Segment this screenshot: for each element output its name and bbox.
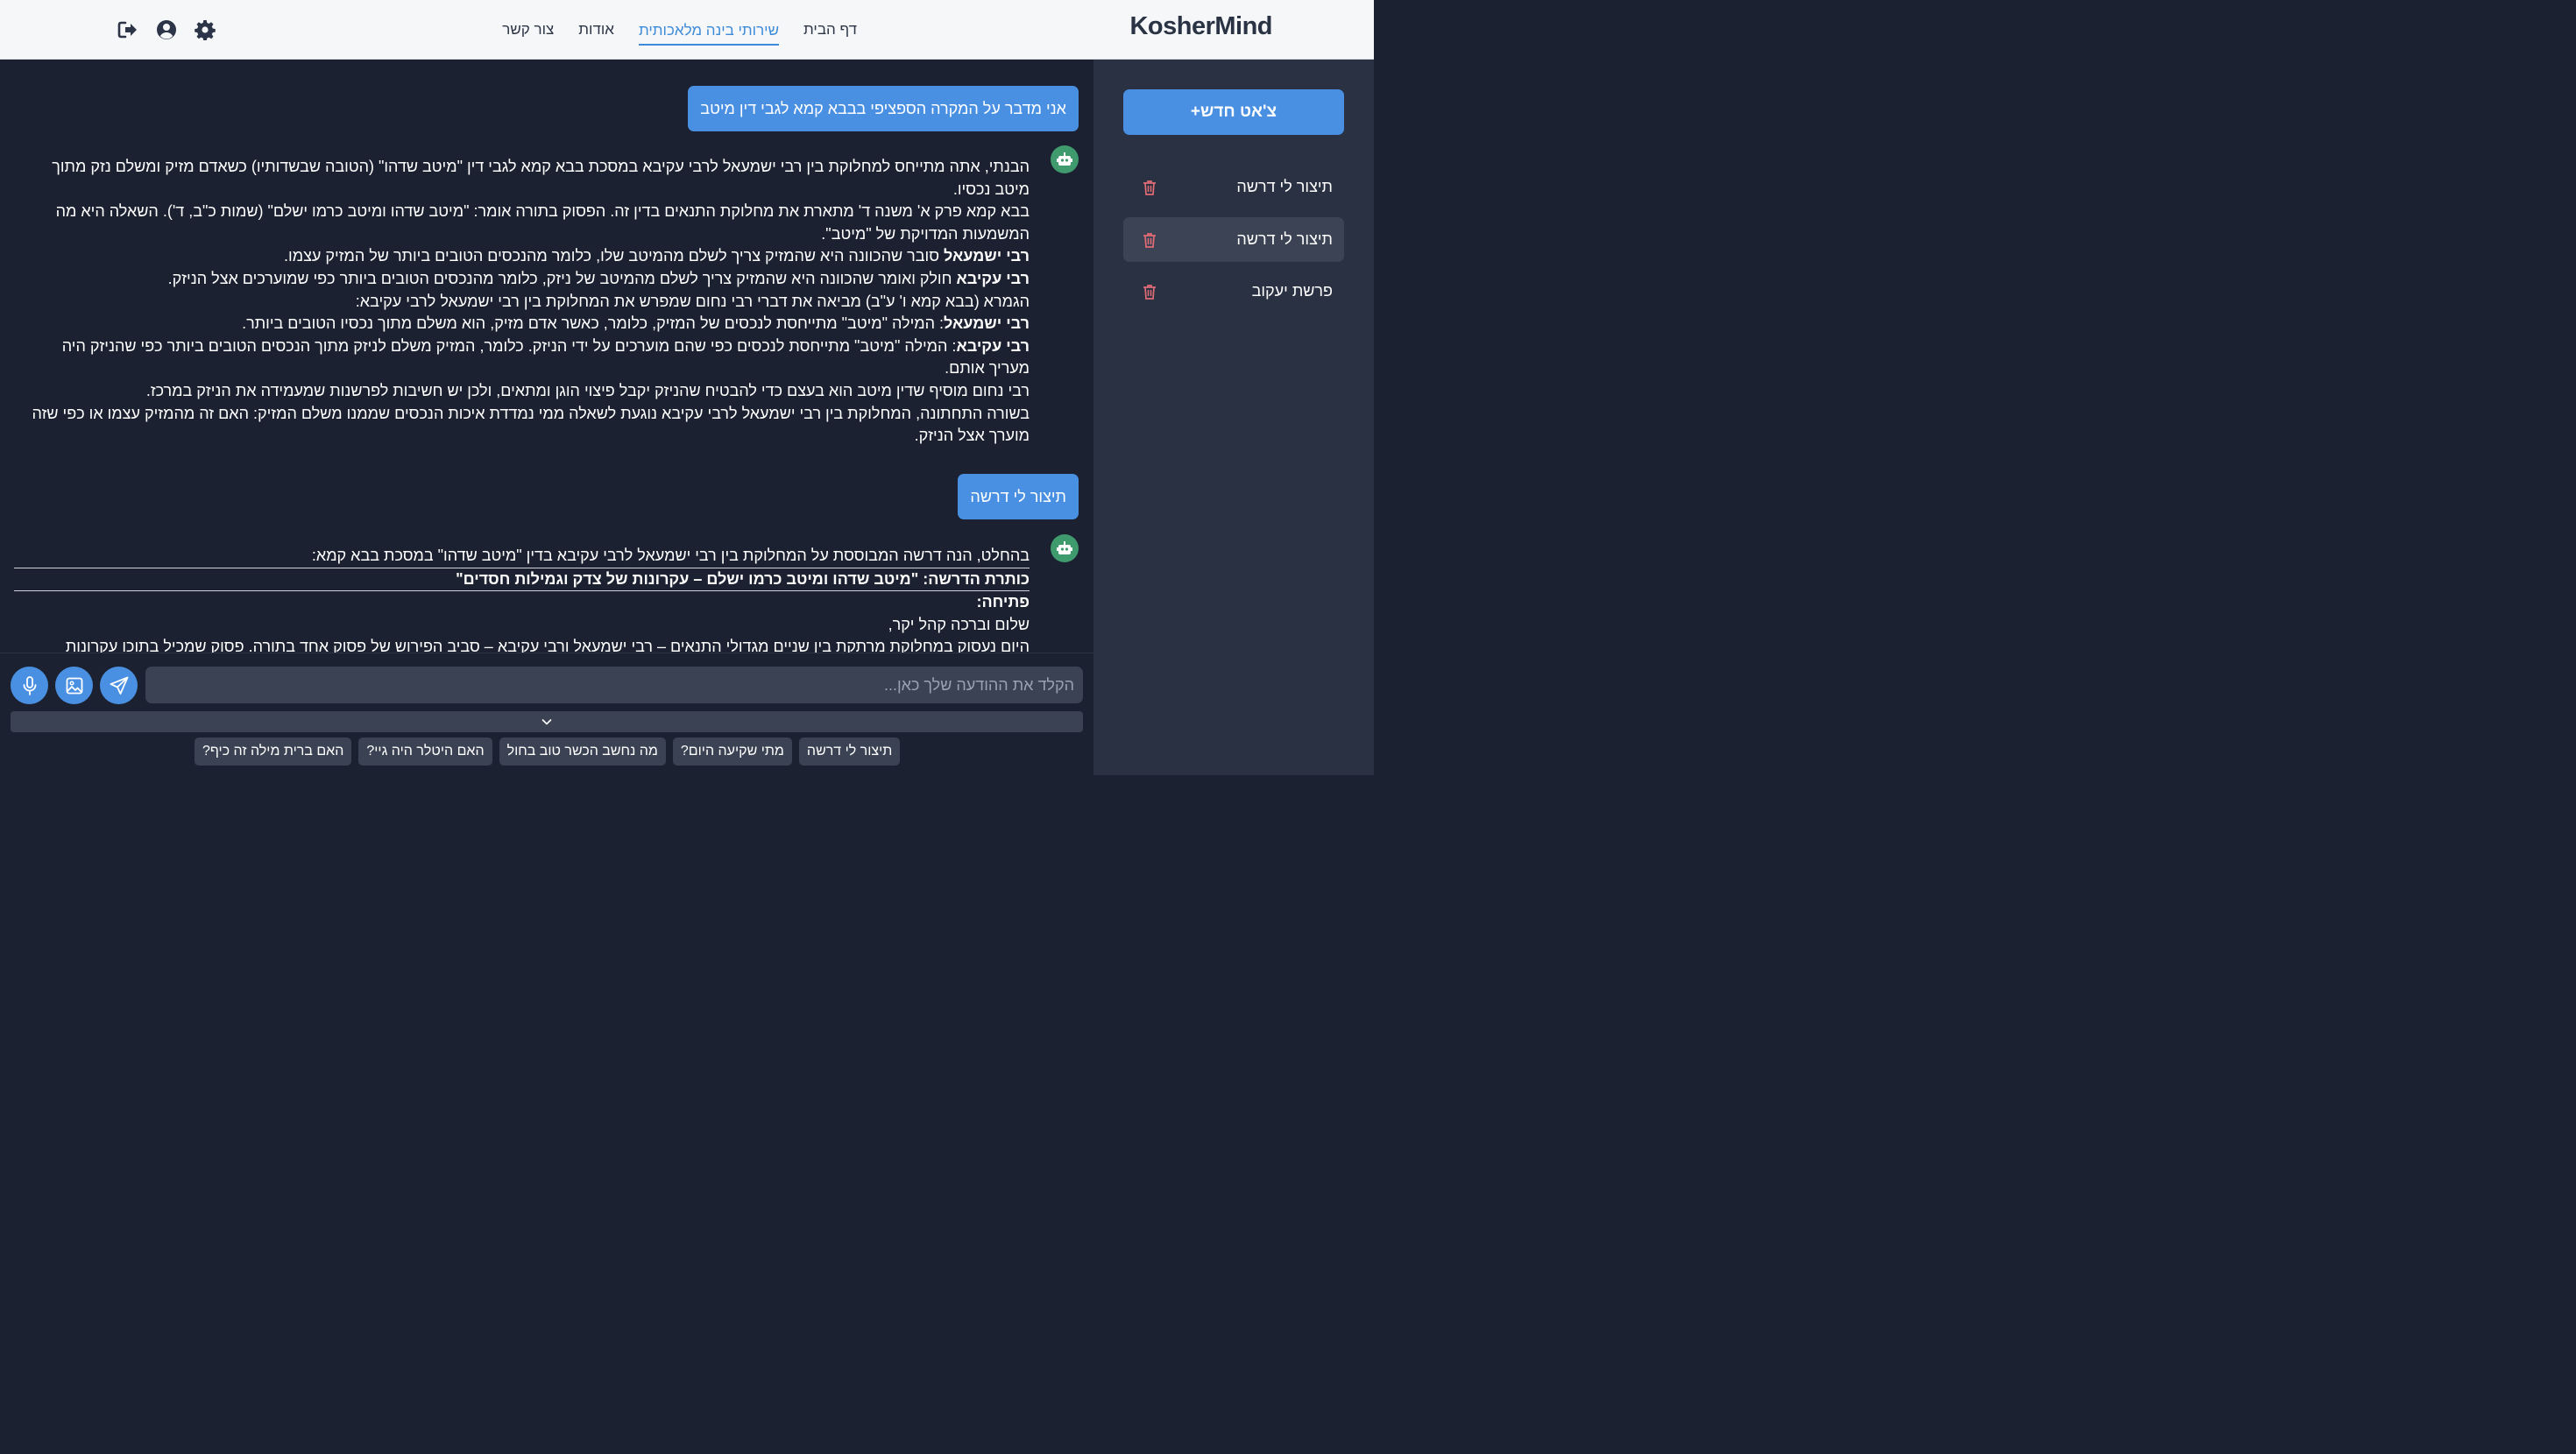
chat-history-item[interactable]: תיצור לי דרשה [1123, 165, 1344, 209]
bold-name: רבי עקיבא [956, 269, 1030, 287]
sermon-title-text: כותרת הדרשה: "מיטב שדהו ומיטב כרמו ישלם … [456, 569, 1030, 588]
send-icon [110, 676, 128, 695]
message-text: : המילה "מיטב" מתייחסת לנכסים של המזיק, … [242, 314, 945, 333]
message-paragraph: בהחלט, הנה דרשה המבוססת על המחלוקת בין ר… [311, 547, 1030, 564]
nav-home[interactable]: דף הבית [803, 16, 857, 44]
message-paragraph: רבי ישמעאל סובר שהכוונה היא שהמזיק צריך … [26, 245, 1030, 268]
image-upload-button[interactable] [55, 667, 93, 704]
chat-sidebar: צ'אט חדש+ תיצור לי דרשה תיצור לי דרשה פר… [1093, 60, 1374, 775]
nav-about[interactable]: אודות [578, 16, 614, 44]
new-chat-button[interactable]: צ'אט חדש+ [1123, 89, 1344, 135]
trash-icon[interactable] [1143, 284, 1157, 300]
robot-icon [1057, 541, 1072, 554]
image-icon [66, 677, 82, 694]
chat-history-item[interactable]: פרשת יעקוב [1123, 269, 1344, 314]
message-paragraph: היום נעסוק במחלוקת מרתקת בין שניים מגדול… [65, 638, 1030, 653]
trash-icon[interactable] [1143, 232, 1157, 248]
message-input[interactable] [145, 667, 1083, 703]
suggestion-chips: תיצור לי דרשה מתי שקיעה היום? מה נחשב הכ… [195, 738, 901, 766]
message-paragraph: בבא קמא פרק א' משנה ד' מתארת את מחלוקת ה… [55, 202, 1030, 243]
bold-name: רבי ישמעאל [944, 247, 1030, 265]
robot-icon [1057, 152, 1072, 166]
send-button[interactable] [100, 667, 138, 704]
bot-avatar [1051, 534, 1079, 562]
nav-ai-services[interactable]: שירותי בינה מלאכותית [638, 17, 779, 46]
chat-messages[interactable]: אני מדבר על המקרה הספציפי בבבא קמא לגבי … [0, 60, 1093, 653]
user-message: תיצור לי דרשה [958, 474, 1079, 519]
bold-name: רבי עקיבא [956, 336, 1030, 355]
suggestions-toggle[interactable] [11, 711, 1083, 732]
message-text: חולק ואומר שהכוונה היא שהמזיק צריך לשלם … [167, 269, 957, 287]
user-message: אני מדבר על המקרה הספציפי בבבא קמא לגבי … [688, 86, 1079, 131]
message-paragraph: רבי עקיבא חולק ואומר שהכוונה היא שהמזיק … [26, 268, 1030, 291]
nav-contact[interactable]: צור קשר [502, 16, 554, 44]
message-paragraph: הבנתי, אתה מתייחס למחלוקת בין רבי ישמעאל… [52, 158, 1030, 198]
message-composer: תיצור לי דרשה מתי שקיעה היום? מה נחשב הכ… [0, 653, 1093, 776]
chat-history-item-active[interactable]: תיצור לי דרשה [1123, 217, 1344, 262]
main-nav: דף הבית שירותי בינה מלאכותית אודות צור ק… [502, 0, 857, 60]
sermon-title: כותרת הדרשה: "מיטב שדהו ומיטב כרמו ישלם … [26, 568, 1030, 591]
message-paragraph: רבי ישמעאל: המילה "מיטב" מתייחסת לנכסים … [26, 313, 1030, 335]
suggestion-chip[interactable]: האם היטלר היה גיי? [358, 738, 492, 766]
trash-icon[interactable] [1143, 180, 1157, 195]
message-paragraph: רבי עקיבא: המילה "מיטב" מתייחסת לנכסים כ… [26, 335, 1030, 380]
suggestion-chip[interactable]: מה נחשב הכשר טוב בחול [499, 738, 666, 766]
bot-message: הבנתי, אתה מתייחס למחלוקת בין רבי ישמעאל… [26, 156, 1030, 448]
chat-history-title: פרשת יעקוב [1251, 282, 1333, 300]
bot-message: בהחלט, הנה דרשה המבוססת על המחלוקת בין ר… [14, 545, 1030, 653]
logout-icon[interactable] [117, 19, 138, 40]
suggestion-chip[interactable]: תיצור לי דרשה [798, 738, 901, 766]
bold-name: רבי ישמעאל [944, 314, 1030, 333]
microphone-button[interactable] [11, 667, 48, 704]
microphone-icon [23, 675, 36, 695]
chat-history-title: תיצור לי דרשה [1236, 230, 1333, 248]
section-heading-text: פתיחה: [976, 593, 1030, 611]
chat-history-title: תיצור לי דרשה [1236, 178, 1333, 195]
message-paragraph: הגמרא (בבא קמא ו' ע"ב) מביאה את דברי רבי… [355, 292, 1030, 310]
message-text: : המילה "מיטב" מתייחסת לנכסים כפי שהם מו… [61, 336, 1030, 378]
message-paragraph: רבי נחום מוסיף שדין מיטב הוא בעצם כדי לה… [145, 381, 1030, 399]
message-paragraph: בשורה התחתונה, המחלוקת בין רבי ישמעאל לר… [32, 404, 1030, 445]
suggestion-chip[interactable]: מתי שקיעה היום? [672, 738, 792, 766]
header-icons [117, 19, 216, 40]
section-heading: פתיחה: [26, 591, 1030, 614]
message-text: סובר שהכוונה היא שהמזיק צריך לשלם מהמיטב… [284, 247, 945, 265]
user-circle-icon[interactable] [156, 19, 177, 40]
chevron-down-icon [541, 718, 552, 725]
suggestion-chip[interactable]: האם ברית מילה זה כיף? [195, 738, 352, 766]
settings-icon[interactable] [195, 19, 216, 40]
top-header: KosherMind דף הבית שירותי בינה מלאכותית … [0, 0, 1374, 60]
message-paragraph: שלום וברכה קהל יקר, [888, 615, 1030, 633]
bot-avatar [1051, 145, 1079, 173]
app-logo[interactable]: KosherMind [1129, 12, 1272, 41]
